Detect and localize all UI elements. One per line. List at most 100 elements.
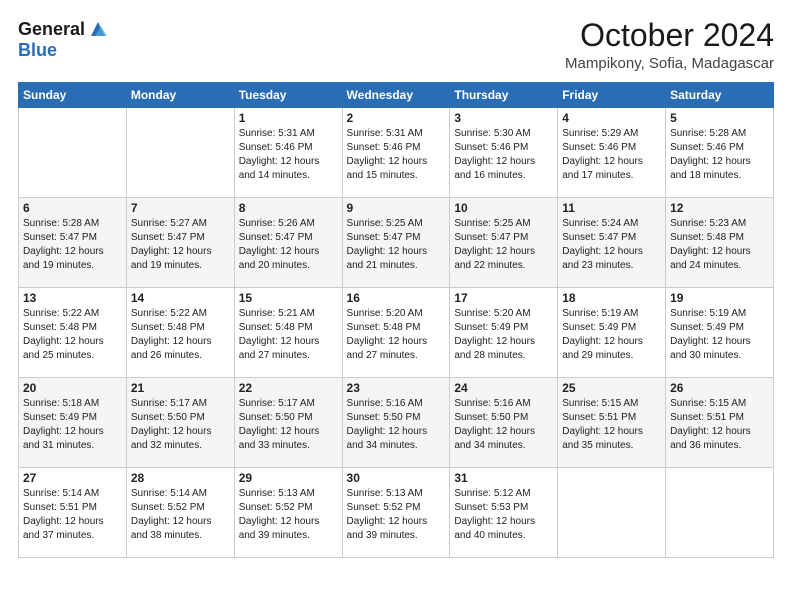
cell-info: Sunrise: 5:28 AMSunset: 5:46 PMDaylight:…: [670, 128, 751, 181]
cell-info: Sunrise: 5:16 AMSunset: 5:50 PMDaylight:…: [347, 398, 428, 451]
logo: General Blue: [18, 18, 109, 61]
col-monday: Monday: [126, 83, 234, 108]
day-number: 10: [454, 201, 553, 215]
cell-info: Sunrise: 5:24 AMSunset: 5:47 PMDaylight:…: [562, 218, 643, 271]
table-row: 4Sunrise: 5:29 AMSunset: 5:46 PMDaylight…: [558, 108, 666, 198]
day-number: 9: [347, 201, 446, 215]
table-row: 17 Sunrise: 5:20 AMSunset: 5:49 PMDayligh…: [450, 288, 558, 378]
calendar-week-row: 6 Sunrise: 5:28 AMSunset: 5:47 PMDaylight…: [19, 198, 774, 288]
day-number: 6: [23, 201, 122, 215]
cell-info: Sunrise: 5:20 AMSunset: 5:49 PMDaylight:…: [454, 308, 535, 361]
table-row: 23 Sunrise: 5:16 AMSunset: 5:50 PMDayligh…: [342, 378, 450, 468]
cell-info: Sunrise: 5:14 AMSunset: 5:51 PMDaylight:…: [23, 488, 104, 541]
cell-info: Sunrise: 5:31 AMSunset: 5:46 PMDaylight:…: [239, 128, 320, 181]
title-block: October 2024 Mampikony, Sofia, Madagasca…: [565, 18, 774, 72]
table-row: 12 Sunrise: 5:23 AMSunset: 5:48 PMDayligh…: [666, 198, 774, 288]
calendar-week-row: 13Sunrise: 5:22 AMSunset: 5:48 PMDayligh…: [19, 288, 774, 378]
table-row: 1 Sunrise: 5:31 AMSunset: 5:46 PMDaylight…: [234, 108, 342, 198]
cell-info: Sunrise: 5:20 AMSunset: 5:48 PMDaylight:…: [347, 308, 428, 361]
day-number: 17: [454, 291, 553, 305]
col-friday: Friday: [558, 83, 666, 108]
day-number: 22: [239, 381, 338, 395]
day-number: 24: [454, 381, 553, 395]
col-saturday: Saturday: [666, 83, 774, 108]
day-number: 26: [670, 381, 769, 395]
table-row: 11Sunrise: 5:24 AMSunset: 5:47 PMDayligh…: [558, 198, 666, 288]
calendar-week-row: 20 Sunrise: 5:18 AMSunset: 5:49 PMDayligh…: [19, 378, 774, 468]
col-sunday: Sunday: [19, 83, 127, 108]
table-row: [126, 108, 234, 198]
table-row: 21 Sunrise: 5:17 AMSunset: 5:50 PMDayligh…: [126, 378, 234, 468]
table-row: 27 Sunrise: 5:14 AMSunset: 5:51 PMDayligh…: [19, 468, 127, 558]
day-number: 7: [131, 201, 230, 215]
cell-info: Sunrise: 5:21 AMSunset: 5:48 PMDaylight:…: [239, 308, 320, 361]
table-row: 3Sunrise: 5:30 AMSunset: 5:46 PMDaylight…: [450, 108, 558, 198]
table-row: 22 Sunrise: 5:17 AMSunset: 5:50 PMDayligh…: [234, 378, 342, 468]
day-number: 8: [239, 201, 338, 215]
subtitle: Mampikony, Sofia, Madagascar: [565, 55, 774, 72]
table-row: [558, 468, 666, 558]
table-row: 19 Sunrise: 5:19 AMSunset: 5:49 PMDayligh…: [666, 288, 774, 378]
logo-icon: [87, 18, 109, 40]
cell-info: Sunrise: 5:22 AMSunset: 5:48 PMDaylight:…: [23, 308, 104, 361]
header: General Blue October 2024 Mampikony, Sof…: [18, 18, 774, 72]
table-row: [19, 108, 127, 198]
day-number: 23: [347, 381, 446, 395]
table-row: 20 Sunrise: 5:18 AMSunset: 5:49 PMDayligh…: [19, 378, 127, 468]
table-row: 25Sunrise: 5:15 AMSunset: 5:51 PMDayligh…: [558, 378, 666, 468]
table-row: 7Sunrise: 5:27 AMSunset: 5:47 PMDaylight…: [126, 198, 234, 288]
table-row: 28 Sunrise: 5:14 AMSunset: 5:52 PMDayligh…: [126, 468, 234, 558]
day-number: 31: [454, 471, 553, 485]
cell-info: Sunrise: 5:12 AMSunset: 5:53 PMDaylight:…: [454, 488, 535, 541]
table-row: 24Sunrise: 5:16 AMSunset: 5:50 PMDayligh…: [450, 378, 558, 468]
cell-info: Sunrise: 5:17 AMSunset: 5:50 PMDaylight:…: [131, 398, 212, 451]
table-row: 15Sunrise: 5:21 AMSunset: 5:48 PMDayligh…: [234, 288, 342, 378]
logo-blue: Blue: [18, 40, 57, 61]
day-number: 18: [562, 291, 661, 305]
main-title: October 2024: [565, 18, 774, 53]
table-row: 13Sunrise: 5:22 AMSunset: 5:48 PMDayligh…: [19, 288, 127, 378]
day-number: 2: [347, 111, 446, 125]
table-row: 8 Sunrise: 5:26 AMSunset: 5:47 PMDaylight…: [234, 198, 342, 288]
cell-info: Sunrise: 5:14 AMSunset: 5:52 PMDaylight:…: [131, 488, 212, 541]
table-row: 5 Sunrise: 5:28 AMSunset: 5:46 PMDaylight…: [666, 108, 774, 198]
calendar-header-row: Sunday Monday Tuesday Wednesday Thursday…: [19, 83, 774, 108]
cell-info: Sunrise: 5:19 AMSunset: 5:49 PMDaylight:…: [670, 308, 751, 361]
cell-info: Sunrise: 5:31 AMSunset: 5:46 PMDaylight:…: [347, 128, 428, 181]
day-number: 12: [670, 201, 769, 215]
day-number: 29: [239, 471, 338, 485]
logo-general: General: [18, 19, 85, 40]
cell-info: Sunrise: 5:23 AMSunset: 5:48 PMDaylight:…: [670, 218, 751, 271]
col-thursday: Thursday: [450, 83, 558, 108]
table-row: 16 Sunrise: 5:20 AMSunset: 5:48 PMDayligh…: [342, 288, 450, 378]
cell-info: Sunrise: 5:26 AMSunset: 5:47 PMDaylight:…: [239, 218, 320, 271]
col-wednesday: Wednesday: [342, 83, 450, 108]
table-row: 2 Sunrise: 5:31 AMSunset: 5:46 PMDaylight…: [342, 108, 450, 198]
cell-info: Sunrise: 5:28 AMSunset: 5:47 PMDaylight:…: [23, 218, 104, 271]
table-row: 31 Sunrise: 5:12 AMSunset: 5:53 PMDayligh…: [450, 468, 558, 558]
day-number: 28: [131, 471, 230, 485]
day-number: 27: [23, 471, 122, 485]
cell-info: Sunrise: 5:18 AMSunset: 5:49 PMDaylight:…: [23, 398, 104, 451]
day-number: 16: [347, 291, 446, 305]
cell-info: Sunrise: 5:22 AMSunset: 5:48 PMDaylight:…: [131, 308, 212, 361]
day-number: 30: [347, 471, 446, 485]
table-row: 18 Sunrise: 5:19 AMSunset: 5:49 PMDayligh…: [558, 288, 666, 378]
day-number: 14: [131, 291, 230, 305]
day-number: 20: [23, 381, 122, 395]
cell-info: Sunrise: 5:19 AMSunset: 5:49 PMDaylight:…: [562, 308, 643, 361]
table-row: 26Sunrise: 5:15 AMSunset: 5:51 PMDayligh…: [666, 378, 774, 468]
cell-info: Sunrise: 5:13 AMSunset: 5:52 PMDaylight:…: [239, 488, 320, 541]
cell-info: Sunrise: 5:17 AMSunset: 5:50 PMDaylight:…: [239, 398, 320, 451]
day-number: 4: [562, 111, 661, 125]
day-number: 1: [239, 111, 338, 125]
day-number: 25: [562, 381, 661, 395]
table-row: 29 Sunrise: 5:13 AMSunset: 5:52 PMDayligh…: [234, 468, 342, 558]
calendar-week-row: 27 Sunrise: 5:14 AMSunset: 5:51 PMDayligh…: [19, 468, 774, 558]
day-number: 19: [670, 291, 769, 305]
cell-info: Sunrise: 5:30 AMSunset: 5:46 PMDaylight:…: [454, 128, 535, 181]
table-row: 9Sunrise: 5:25 AMSunset: 5:47 PMDaylight…: [342, 198, 450, 288]
col-tuesday: Tuesday: [234, 83, 342, 108]
day-number: 21: [131, 381, 230, 395]
day-number: 5: [670, 111, 769, 125]
